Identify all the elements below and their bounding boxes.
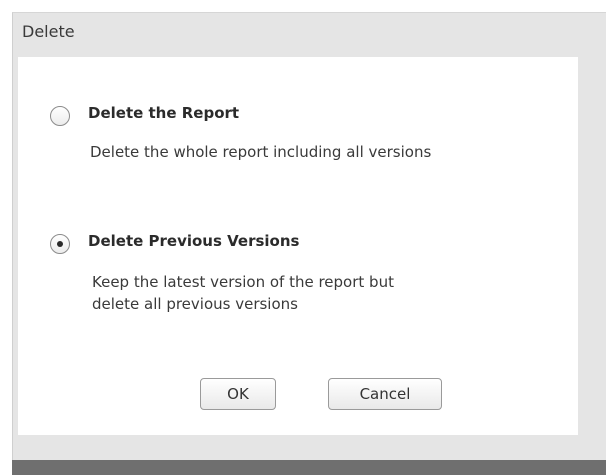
option-description-line-2: delete all previous versions — [92, 295, 298, 313]
option-label-delete-previous-versions: Delete Previous Versions — [88, 232, 300, 250]
radio-delete-report[interactable] — [50, 106, 70, 126]
dialog-content: Delete the Report Delete the whole repor… — [18, 57, 578, 435]
underlying-window-edge — [12, 460, 606, 475]
option-description-delete-report: Delete the whole report including all ve… — [90, 143, 432, 161]
ok-button[interactable]: OK — [200, 378, 276, 410]
option-description-line-1: Keep the latest version of the report bu… — [92, 273, 394, 291]
radio-selected-dot — [57, 241, 63, 247]
dialog-title: Delete — [22, 22, 75, 41]
cancel-button[interactable]: Cancel — [328, 378, 442, 410]
radio-delete-previous-versions[interactable] — [50, 234, 70, 254]
option-label-delete-report: Delete the Report — [88, 104, 240, 122]
